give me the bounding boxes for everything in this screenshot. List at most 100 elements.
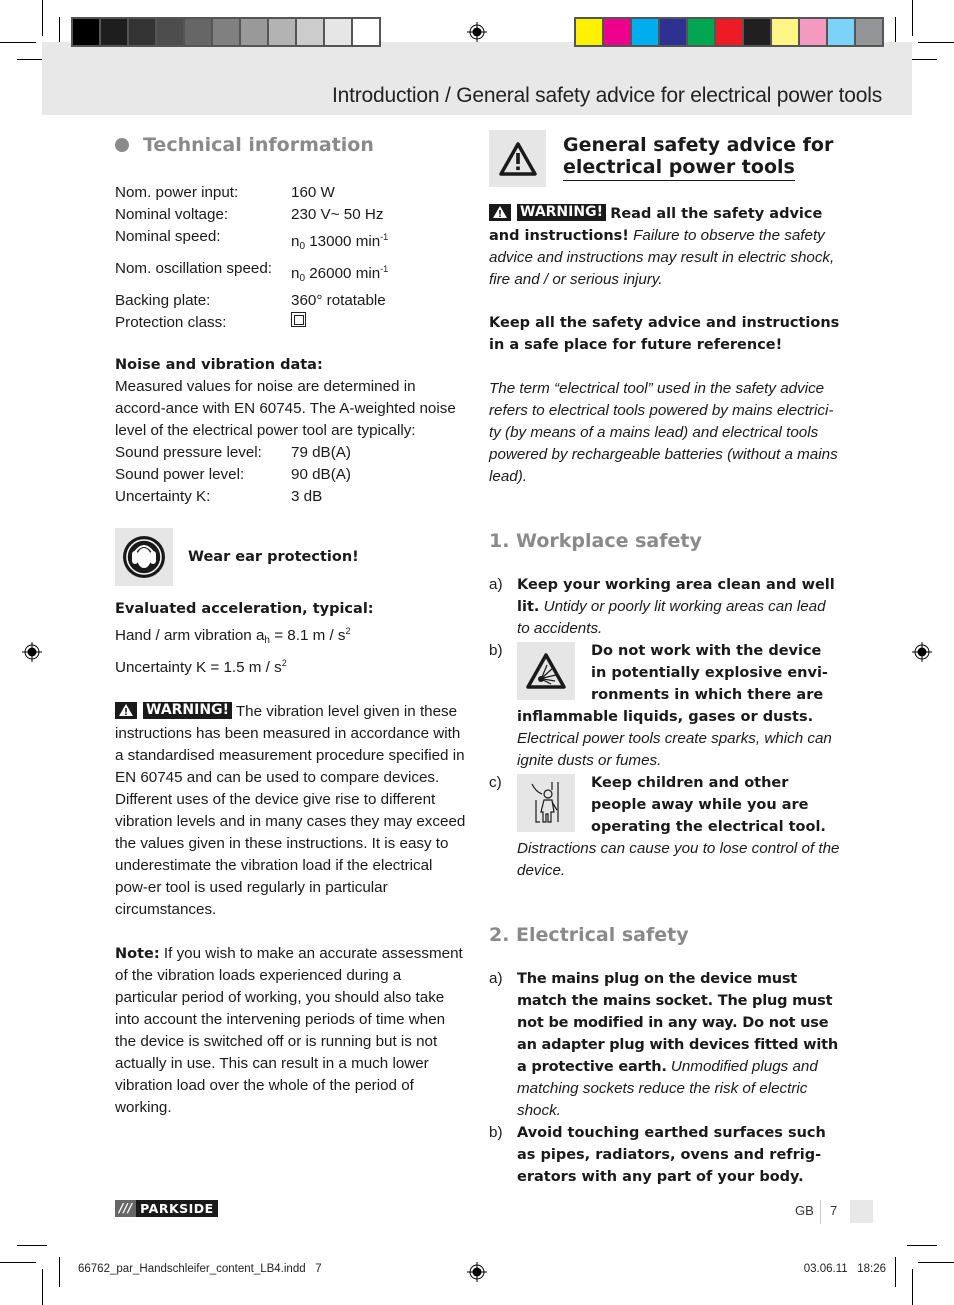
grayscale-swatch xyxy=(325,19,351,45)
spec-value: 230 V~ 50 Hz xyxy=(291,206,384,223)
noise-heading: Noise and vibration data: xyxy=(115,357,323,373)
crop-mark xyxy=(918,1262,954,1263)
term-definition-text: The term “electrical tool” used in the s… xyxy=(489,380,838,485)
warning-text: The vibration level given in these instr… xyxy=(115,703,466,918)
vibration-superscript: 2 xyxy=(345,626,351,636)
crop-mark xyxy=(0,42,36,43)
spec-label: Backing plate: xyxy=(115,292,211,309)
spec-value: n0 26000 min-1 xyxy=(291,258,388,290)
grayscale-swatch xyxy=(353,19,379,45)
noise-label: Sound power level: xyxy=(115,466,245,483)
note-text: If you wish to make an accurate assessme… xyxy=(115,945,463,1116)
registration-mark-icon xyxy=(22,642,42,662)
item-letter: b) xyxy=(489,1124,503,1141)
slug-filename: 66762_par_Handschleifer_content_LB4.indd… xyxy=(78,1263,322,1275)
noise-row: Sound power level: 90 dB(A) xyxy=(115,464,467,486)
spec-value-number: 13000 min xyxy=(305,233,381,250)
noise-label: Sound pressure level: xyxy=(115,444,262,461)
warning-triangle-icon xyxy=(115,701,137,719)
crop-mark xyxy=(912,0,913,36)
page-tab xyxy=(850,1200,873,1223)
crop-mark xyxy=(42,0,43,36)
color-swatch xyxy=(604,19,630,45)
explosive-hazard-icon xyxy=(517,642,575,700)
keep-children-away-icon xyxy=(517,774,575,832)
item-italic-text: Untidy or poorly lit working areas can l… xyxy=(517,598,826,637)
item-body: Keep children and other people away whil… xyxy=(517,772,841,882)
note-label: Note: xyxy=(115,946,160,962)
hand-arm-vibration: Hand / arm vibration ah = 8.1 m / s2 xyxy=(115,620,467,652)
grayscale-swatch xyxy=(73,19,99,45)
item-body: Avoid touching earthed surfaces such as … xyxy=(517,1122,841,1188)
spec-label: Nom. power input: xyxy=(115,184,239,201)
noise-value: 90 dB(A) xyxy=(291,466,351,483)
crop-mark xyxy=(895,1257,896,1287)
spec-row: Nominal voltage: 230 V~ 50 Hz xyxy=(115,204,467,226)
spec-row: Nominal speed: n0 13000 min-1 xyxy=(115,226,467,258)
list-item: a) The mains plug on the device must mat… xyxy=(489,968,841,1122)
grayscale-swatch xyxy=(157,19,183,45)
general-safety-heading-block: General safety advice for electrical pow… xyxy=(489,130,841,187)
registration-mark-icon xyxy=(467,1262,487,1282)
list-item: c) Keep children and other people away w… xyxy=(489,772,841,882)
workplace-safety-heading: 1. Workplace safety xyxy=(489,530,702,552)
ear-protection-icon xyxy=(115,528,173,586)
grayscale-swatch xyxy=(269,19,295,45)
crop-mark xyxy=(17,1245,47,1246)
uncertainty-value: Uncertainty K = 1.5 m / s xyxy=(115,659,282,676)
heading-line: General safety advice for xyxy=(563,134,834,156)
grayscale-swatch xyxy=(101,19,127,45)
spec-value-superscript: -1 xyxy=(380,264,389,274)
ear-protection-text: Wear ear protection! xyxy=(188,549,359,565)
page-number: 7 xyxy=(830,1203,838,1218)
heading-line: electrical power tools xyxy=(563,156,795,181)
noise-row: Sound pressure level: 79 dB(A) xyxy=(115,442,467,464)
page-title: Introduction / General safety advice for… xyxy=(331,84,882,107)
vibration-value: = 8.1 m / s xyxy=(269,627,346,644)
spec-value: 160 W xyxy=(291,184,335,201)
item-bold-text: Keep children and other people away whil… xyxy=(591,775,826,835)
warning-label: WARNING! xyxy=(143,701,232,719)
uncertainty-superscript: 2 xyxy=(281,658,287,668)
spec-value-superscript: -1 xyxy=(380,232,389,242)
slug-date: 03.06.11 18:26 xyxy=(803,1263,886,1275)
ear-protection-notice: Wear ear protection! xyxy=(115,528,467,586)
item-letter: a) xyxy=(489,576,503,593)
noise-row: Uncertainty K: 3 dB xyxy=(115,486,467,508)
spec-value: 360° rotatable xyxy=(291,292,386,309)
spec-row: Nom. oscillation speed: n0 26000 min-1 xyxy=(115,258,467,290)
noise-intro: Measured values for noise are determined… xyxy=(115,378,456,439)
grayscale-swatch xyxy=(129,19,155,45)
parkside-logo: /// PARKSIDE xyxy=(115,1200,218,1217)
item-bold-text: Avoid touching earthed surfaces such as … xyxy=(517,1125,826,1185)
list-item: b) Avoid touching earthed surfaces such … xyxy=(489,1122,841,1188)
left-column: Technical information Nom. power input: … xyxy=(115,130,467,1119)
warning-badge: WARNING! xyxy=(115,701,232,719)
footer-divider xyxy=(820,1200,821,1224)
bullet-icon xyxy=(115,138,129,152)
spec-table: Nom. power input: 160 W Nominal voltage:… xyxy=(115,182,467,334)
color-swatch xyxy=(688,19,714,45)
item-letter: a) xyxy=(489,970,503,987)
warning-triangle-icon xyxy=(489,130,546,187)
warning-badge: WARNING! xyxy=(489,203,606,221)
crop-mark xyxy=(912,1269,913,1305)
registration-mark-icon xyxy=(467,22,487,42)
item-body: Do not work with the device in potential… xyxy=(517,640,841,772)
crop-mark xyxy=(59,1257,60,1287)
noise-section: Noise and vibration data: Measured value… xyxy=(115,354,467,508)
workplace-safety-list: a) Keep your working area clean and well… xyxy=(489,574,841,882)
logo-slashes: /// xyxy=(115,1200,137,1217)
general-safety-heading: General safety advice for electrical pow… xyxy=(563,134,833,181)
color-swatch xyxy=(828,19,854,45)
spec-label: Nom. oscillation speed: xyxy=(115,260,273,277)
spec-row: Protection class: xyxy=(115,312,467,334)
noise-label: Uncertainty K: xyxy=(115,488,211,505)
color-swatch xyxy=(632,19,658,45)
item-letter: b) xyxy=(489,642,503,659)
list-item: a) Keep your working area clean and well… xyxy=(489,574,841,640)
technical-information-heading: Technical information xyxy=(115,134,467,156)
noise-value: 3 dB xyxy=(291,488,323,505)
crop-mark xyxy=(907,1245,937,1246)
grayscale-color-bar xyxy=(71,17,381,47)
